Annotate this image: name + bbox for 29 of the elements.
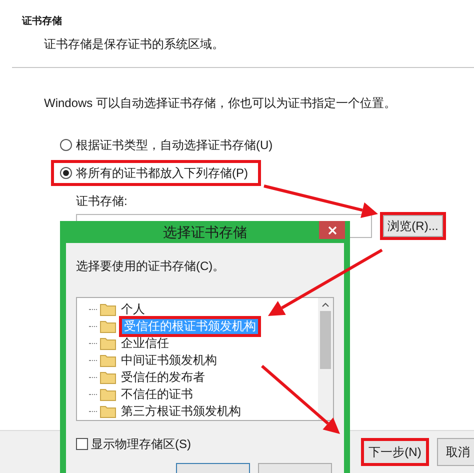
section-description: 证书存储是保存证书的系统区域。: [44, 36, 225, 53]
folder-icon: [100, 405, 116, 418]
folder-icon: [100, 388, 116, 401]
folder-icon: [100, 354, 116, 367]
tree-item[interactable]: 不信任的证书: [119, 387, 195, 402]
dialog-title: 选择证书存储: [163, 222, 247, 242]
folder-icon: [100, 337, 116, 350]
radio-option[interactable]: 将所有的证书都放入下列存储(P): [51, 160, 261, 186]
scrollbar[interactable]: [318, 298, 333, 420]
folder-icon: [100, 371, 116, 384]
close-button[interactable]: [319, 221, 345, 239]
tree-item[interactable]: 个人: [119, 302, 147, 317]
tree-item[interactable]: 第三方根证书颁发机构: [119, 404, 243, 419]
tree-item[interactable]: 受信任的发布者: [119, 370, 207, 385]
wizard-button[interactable]: 下一步(N): [361, 438, 429, 466]
close-icon: [328, 226, 336, 234]
tree-item[interactable]: 企业信任: [119, 336, 171, 351]
folder-icon: [100, 303, 116, 316]
browse-button[interactable]: 浏览(R)...: [383, 215, 443, 237]
field-label: 证书存储:: [76, 193, 128, 210]
checkbox-option[interactable]: 显示物理存储区(S): [76, 435, 334, 453]
scroll-up-icon[interactable]: [322, 302, 329, 307]
tree-item[interactable]: 中间证书颁发机构: [119, 353, 219, 368]
wizard-button[interactable]: 取消: [437, 438, 474, 466]
radio-option[interactable]: 根据证书类型，自动选择证书存储(U): [51, 132, 286, 158]
dialog-prompt: 选择要使用的证书存储(C)。: [76, 258, 226, 275]
section-heading: 证书存储: [22, 14, 63, 29]
folder-icon: [100, 320, 116, 333]
instruction-text: Windows 可以自动选择证书存储，你也可以为证书指定一个位置。: [44, 95, 398, 112]
